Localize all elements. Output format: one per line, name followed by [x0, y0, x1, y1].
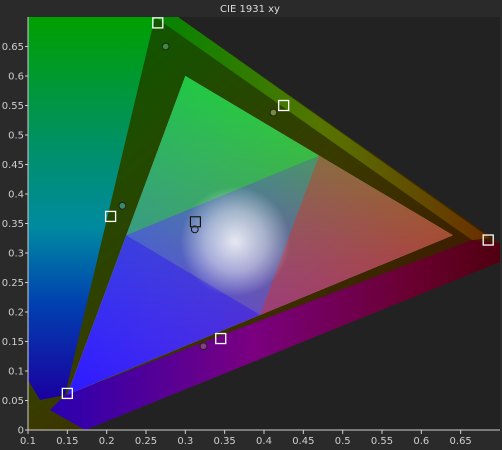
cie-chart: CIE 1931 xy 0.1 0.15 0.2 0.25 0.3 0.35 0.4 0.45…: [0, 0, 502, 450]
x-tick-label: 0.15: [56, 436, 78, 447]
measured-point: [199, 342, 208, 351]
x-tick-label: 0.6: [413, 436, 429, 447]
measured-point: [161, 42, 170, 51]
chart-title: CIE 1931 xy: [220, 4, 280, 15]
y-tick-label: 0.05: [2, 396, 24, 407]
measured-point: [118, 201, 127, 210]
x-tick-label: 0.55: [371, 436, 393, 447]
y-tick-label: 0.15: [2, 337, 24, 348]
x-tick-label: 0.45: [292, 436, 314, 447]
x-tick-label: 0.35: [214, 436, 236, 447]
x-tick-label: 0.5: [335, 436, 351, 447]
y-tick-label: 0.2: [8, 308, 24, 319]
y-tick-label: 0.4: [8, 190, 24, 201]
y-tick-label: 0.65: [2, 42, 24, 53]
white-point-glow: [180, 186, 291, 297]
y-tick-label: 0.6: [8, 72, 24, 83]
y-tick-label: 0.55: [2, 101, 24, 112]
measured-point: [269, 108, 278, 117]
y-tick-label: 0.35: [2, 219, 24, 230]
y-tick-label: 0.25: [2, 278, 24, 289]
y-tick-label: 0.5: [8, 131, 24, 142]
y-tick-label: 0.1: [8, 367, 24, 378]
x-tick-label: 0.4: [256, 436, 272, 447]
x-tick-label: 0.65: [450, 436, 472, 447]
x-tick-label: 0.1: [20, 436, 36, 447]
y-tick-label: 0.3: [8, 249, 24, 260]
y-tick-label: 0.45: [2, 160, 24, 171]
y-tick-label: 0: [18, 426, 24, 437]
x-tick-label: 0.3: [177, 436, 193, 447]
x-tick-label: 0.2: [99, 436, 115, 447]
x-tick-label: 0.25: [135, 436, 157, 447]
